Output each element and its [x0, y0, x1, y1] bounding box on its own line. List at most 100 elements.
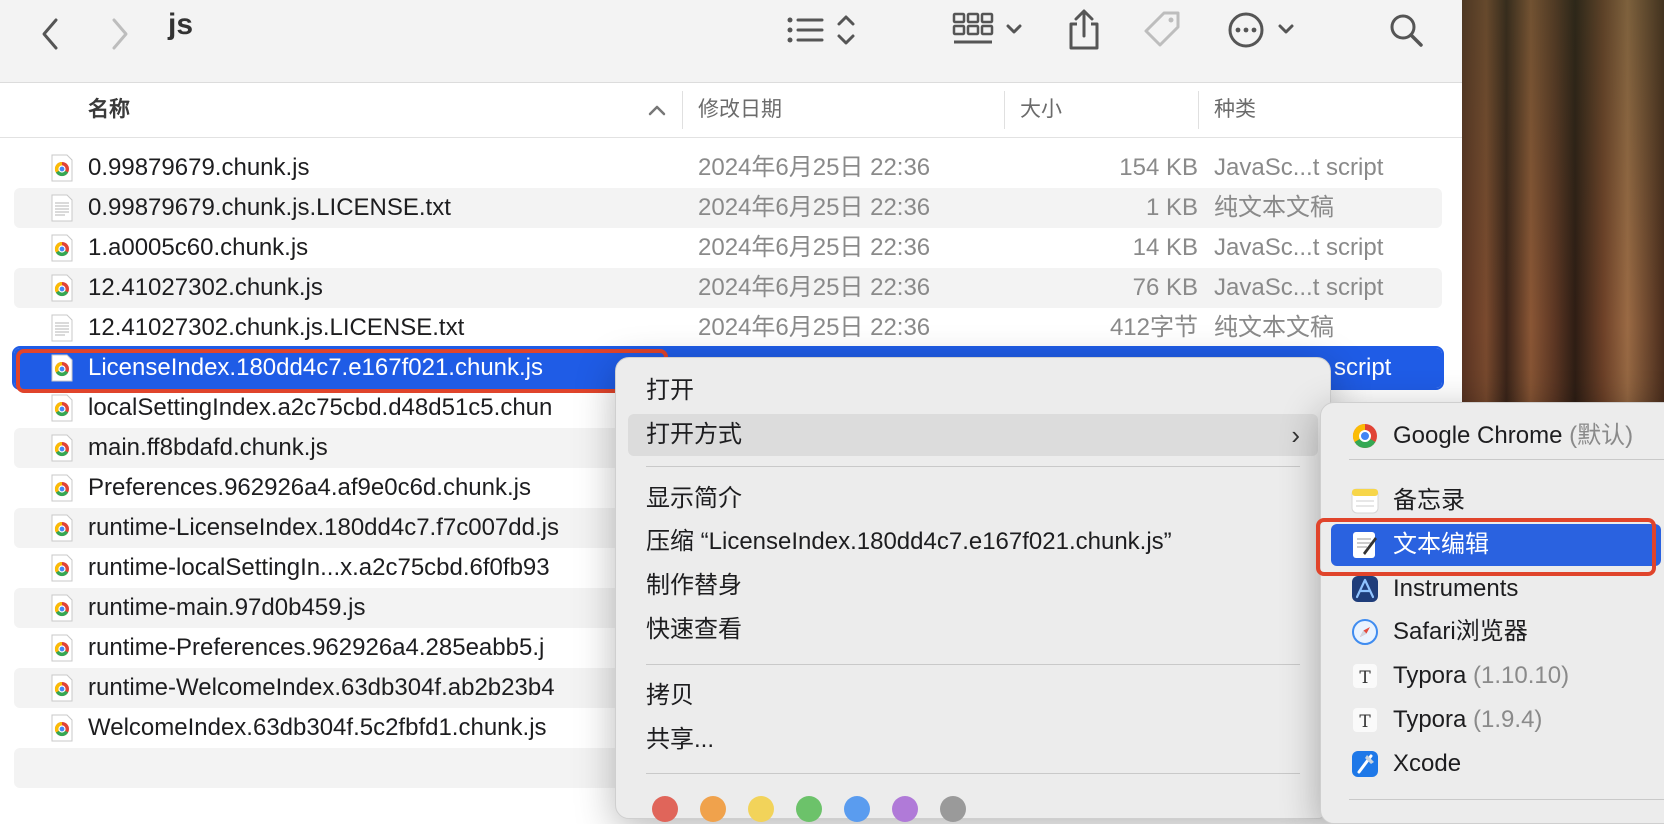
open-with-app-label: Safari浏览器	[1393, 611, 1528, 653]
tag-color-dot[interactable]	[748, 796, 774, 822]
share-button[interactable]	[1064, 6, 1104, 54]
app-name: Safari浏览器	[1393, 618, 1528, 645]
search-button[interactable]	[1386, 10, 1426, 50]
file-name: 1.a0005c60.chunk.js	[88, 234, 309, 261]
menu-item-make-alias[interactable]: 制作替身	[616, 565, 1330, 607]
open-with-app[interactable]: Google Chrome (默认)	[1321, 415, 1664, 457]
file-name: runtime-main.97d0b459.js	[88, 594, 366, 621]
open-with-app[interactable]: T Typora (1.10.10)	[1321, 655, 1664, 697]
file-name: runtime-WelcomeIndex.63db304f.ab2b23b4	[88, 674, 555, 701]
svg-text:T: T	[1359, 712, 1371, 732]
menu-separator	[646, 466, 1300, 467]
file-row[interactable]: 1.a0005c60.chunk.js 2024年6月25日 22:36 14 KB…	[14, 228, 1442, 268]
file-name: runtime-Preferences.962926a4.285eabb5.j	[88, 634, 545, 661]
sort-ascending-icon[interactable]	[648, 103, 666, 117]
open-with-app[interactable]: Safari浏览器	[1321, 611, 1664, 653]
toolbar: js	[0, 0, 1462, 83]
back-button[interactable]	[30, 14, 70, 54]
file-kind: script	[1334, 354, 1392, 381]
file-row[interactable]: 12.41027302.chunk.js 2024年6月25日 22:36 76 K…	[14, 268, 1442, 308]
chrome-document-icon	[51, 554, 73, 582]
chevron-right-icon	[112, 18, 128, 50]
notes-icon	[1351, 488, 1379, 514]
tag-color-dot[interactable]	[700, 796, 726, 822]
column-divider[interactable]	[1198, 91, 1199, 129]
chrome-document-icon	[51, 634, 73, 662]
file-date: 2024年6月25日 22:36	[698, 234, 931, 261]
chrome-document-icon	[51, 594, 73, 622]
window-title: js	[168, 8, 194, 41]
tag-color-dot[interactable]	[940, 796, 966, 822]
column-divider[interactable]	[1004, 91, 1005, 129]
app-name: Instruments	[1393, 575, 1519, 602]
app-name: Typora	[1393, 662, 1467, 689]
file-name: localSettingIndex.a2c75cbd.d48d51c5.chun	[88, 394, 553, 421]
open-with-app[interactable]: Xcode	[1321, 743, 1664, 785]
file-kind: 纯文本文稿	[1214, 314, 1334, 341]
file-size: 14 KB	[1132, 234, 1198, 261]
share-icon	[1069, 9, 1099, 50]
menu-item-label: 打开	[646, 377, 694, 404]
context-menu: 打开 打开方式 › 显示简介 压缩 “LicenseIndex.180dd4c7…	[615, 357, 1331, 822]
menu-item-label: 快速查看	[646, 616, 742, 643]
chrome-document-icon	[51, 514, 73, 542]
chevron-right-icon: ›	[1291, 420, 1300, 450]
menu-item-label: 打开方式	[646, 421, 742, 448]
tag-color-dot[interactable]	[892, 796, 918, 822]
chrome-document-icon	[51, 234, 73, 262]
file-size: 76 KB	[1132, 274, 1198, 301]
menu-item-get-info[interactable]: 显示简介	[616, 478, 1330, 520]
file-row[interactable]: 0.99879679.chunk.js.LICENSE.txt 2024年6月25…	[14, 188, 1442, 228]
file-date: 2024年6月25日 22:36	[698, 194, 931, 221]
menu-item-quick-look[interactable]: 快速查看	[616, 609, 1330, 651]
menu-item-label: 拷贝	[646, 682, 694, 709]
column-divider[interactable]	[682, 91, 683, 129]
view-options-button[interactable]	[784, 10, 864, 50]
group-button[interactable]	[952, 10, 1032, 50]
safari-icon	[1352, 619, 1378, 645]
app-name: 备忘录	[1393, 487, 1465, 514]
file-date: 2024年6月25日 22:36	[698, 154, 931, 181]
menu-item-compress[interactable]: 压缩 “LicenseIndex.180dd4c7.e167f021.chunk…	[616, 521, 1330, 563]
open-with-app[interactable]: 备忘录	[1321, 480, 1664, 522]
file-size: 154 KB	[1119, 154, 1198, 181]
file-row[interactable]: 12.41027302.chunk.js.LICENSE.txt 2024年6月2…	[14, 308, 1442, 348]
menu-item-open[interactable]: 打开	[616, 370, 1330, 412]
menu-item-copy[interactable]: 拷贝	[616, 675, 1330, 717]
svg-text:T: T	[1359, 668, 1371, 688]
column-header-size[interactable]: 大小	[1020, 83, 1062, 137]
open-with-app-label: 备忘录	[1393, 480, 1465, 522]
tag-color-dot[interactable]	[844, 796, 870, 822]
instruments-icon	[1352, 576, 1378, 602]
file-name: Preferences.962926a4.af9e0c6d.chunk.js	[88, 474, 531, 501]
column-header-kind[interactable]: 种类	[1214, 83, 1256, 137]
file-size: 412字节	[1109, 314, 1198, 341]
open-with-app[interactable]: T Typora (1.9.4)	[1321, 699, 1664, 741]
text-document-icon	[51, 194, 73, 222]
menu-separator	[1349, 799, 1664, 800]
file-kind: JavaSc...t script	[1214, 234, 1384, 261]
typora-icon: T	[1353, 664, 1377, 688]
menu-item-share[interactable]: 共享...	[616, 719, 1330, 761]
tag-color-dot[interactable]	[796, 796, 822, 822]
app-version: (1.9.4)	[1473, 706, 1543, 733]
grid-group-icon	[952, 12, 1022, 44]
file-name: 0.99879679.chunk.js	[88, 154, 310, 181]
tag-icon	[1144, 11, 1180, 47]
column-header-name[interactable]: 名称	[88, 83, 130, 137]
chrome-document-icon	[51, 274, 73, 302]
column-header-date[interactable]: 修改日期	[698, 83, 782, 137]
list-view-icon	[787, 15, 855, 45]
file-name: runtime-LicenseIndex.180dd4c7.f7c007dd.j…	[88, 514, 559, 541]
tag-color-dot[interactable]	[652, 796, 678, 822]
file-row[interactable]: 0.99879679.chunk.js 2024年6月25日 22:36 154 K…	[14, 148, 1442, 188]
app-name: Google Chrome	[1393, 422, 1563, 449]
tag-button[interactable]	[1140, 8, 1186, 52]
more-actions-button[interactable]	[1226, 10, 1302, 50]
menu-item-open-with[interactable]: 打开方式 ›	[628, 414, 1318, 456]
forward-button[interactable]	[100, 14, 140, 54]
menu-separator	[1349, 459, 1664, 460]
file-date: 2024年6月25日 22:36	[698, 314, 931, 341]
column-header-bar: 名称 修改日期 大小 种类	[0, 83, 1462, 138]
file-name: 0.99879679.chunk.js.LICENSE.txt	[88, 194, 451, 221]
